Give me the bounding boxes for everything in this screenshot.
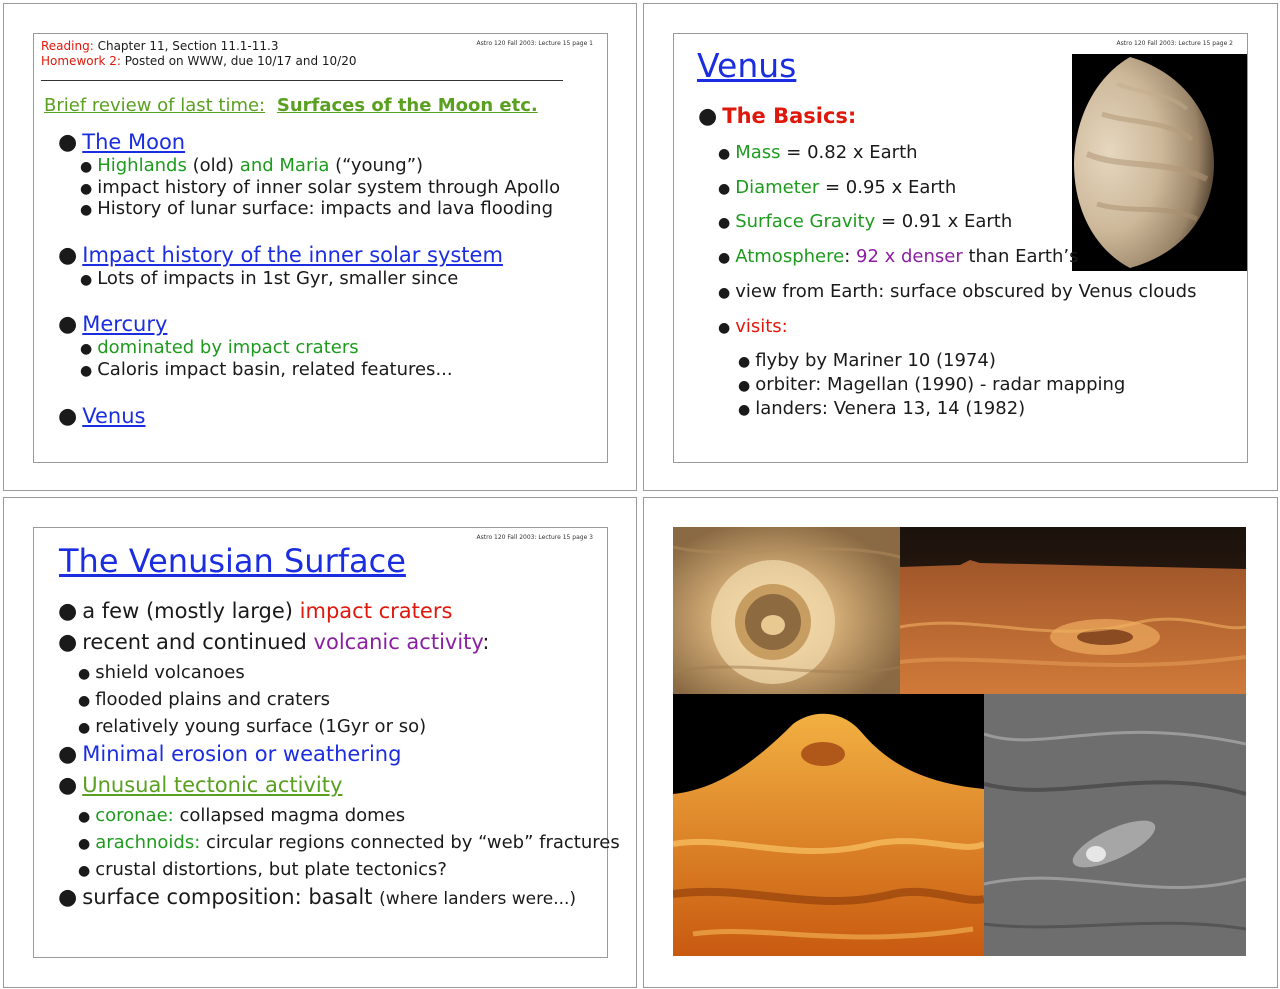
basics-heading: ● The Basics: bbox=[698, 104, 857, 129]
shield-volcano-image bbox=[673, 694, 984, 956]
review-heading: Brief review of last time: Surfaces of t… bbox=[44, 95, 538, 116]
list-item: ● History of lunar surface: impacts and l… bbox=[80, 198, 554, 219]
list-item-moon: ● The Moon bbox=[58, 130, 186, 155]
list-item-mercury: ● Mercury bbox=[58, 312, 168, 337]
slide-3: Astro 120 Fall 2003: Lecture 15 page 3 T… bbox=[33, 527, 620, 958]
mercury-link[interactable]: Mercury bbox=[82, 312, 167, 336]
list-item: ● Mass = 0.82 x Earth bbox=[718, 142, 918, 163]
list-item: ● a few (mostly large) impact craters bbox=[58, 599, 453, 624]
volcanic-plain-image bbox=[900, 527, 1246, 694]
slide-4-collage bbox=[673, 527, 1246, 956]
list-item: ● surface composition: basalt (where land… bbox=[58, 885, 577, 910]
venus-photo bbox=[1072, 54, 1247, 271]
venus-planet-image bbox=[1074, 54, 1247, 271]
slide-2: Astro 120 Fall 2003: Lecture 15 page 2 V… bbox=[673, 33, 1248, 463]
list-item: ● view from Earth: surface obscured by Ve… bbox=[718, 281, 1197, 302]
list-item: ● crustal distortions, but plate tectonic… bbox=[78, 859, 447, 880]
radar-image bbox=[984, 694, 1246, 956]
homework-line: Homework 2: Posted on WWW, due 10/17 and… bbox=[41, 54, 357, 68]
list-item: ● Minimal erosion or weathering bbox=[58, 742, 402, 767]
list-item-venus: ● Venus bbox=[58, 404, 146, 429]
slide-1: Astro 120 Fall 2003: Lecture 15 page 1 R… bbox=[33, 33, 608, 463]
page-title: The Venusian Surface bbox=[59, 542, 406, 580]
list-item: ● recent and continued volcanic activity: bbox=[58, 630, 490, 655]
list-item: ● Atmosphere: 92 x denser than Earth’s bbox=[718, 246, 1079, 267]
list-item: ● Unusual tectonic activity bbox=[58, 773, 343, 798]
slide-header: Astro 120 Fall 2003: Lecture 15 page 1 bbox=[476, 40, 593, 47]
crater-image bbox=[673, 527, 900, 694]
list-item: ● impact history of inner solar system th… bbox=[80, 177, 561, 198]
moon-link[interactable]: The Moon bbox=[82, 130, 185, 154]
list-item: ● Diameter = 0.95 x Earth bbox=[718, 177, 957, 198]
list-item: ● arachnoids: circular regions connected … bbox=[78, 832, 620, 853]
slide-header: Astro 120 Fall 2003: Lecture 15 page 3 bbox=[476, 534, 593, 541]
list-item: ● Surface Gravity = 0.91 x Earth bbox=[718, 211, 1013, 232]
list-item: ● dominated by impact craters bbox=[80, 337, 359, 358]
venus-link[interactable]: Venus bbox=[82, 404, 145, 428]
divider bbox=[41, 80, 563, 81]
list-item: ● landers: Venera 13, 14 (1982) bbox=[738, 398, 1026, 419]
list-item: ● Lots of impacts in 1st Gyr, smaller sin… bbox=[80, 268, 459, 289]
slide-header: Astro 120 Fall 2003: Lecture 15 page 2 bbox=[1116, 40, 1233, 47]
list-item: ● visits: bbox=[718, 316, 788, 337]
list-item: ● flyby by Mariner 10 (1974) bbox=[738, 350, 996, 371]
list-item: ● Caloris impact basin, related features.… bbox=[80, 359, 453, 380]
list-item: ● shield volcanoes bbox=[78, 662, 245, 683]
tectonic-link[interactable]: Unusual tectonic activity bbox=[82, 773, 342, 797]
page-title: Venus bbox=[697, 46, 797, 85]
impact-history-link[interactable]: Impact history of the inner solar system bbox=[82, 243, 503, 267]
reading-line: Reading: Chapter 11, Section 11.1-11.3 bbox=[41, 39, 279, 53]
list-item: ● Highlands (old) and Maria (“young”) bbox=[80, 155, 424, 176]
list-item: ● orbiter: Magellan (1990) - radar mappin… bbox=[738, 374, 1126, 395]
list-item-impact-history: ● Impact history of the inner solar syste… bbox=[58, 243, 503, 268]
list-item: ● relatively young surface (1Gyr or so) bbox=[78, 716, 427, 737]
list-item: ● coronae: collapsed magma domes bbox=[78, 805, 406, 826]
list-item: ● flooded plains and craters bbox=[78, 689, 331, 710]
